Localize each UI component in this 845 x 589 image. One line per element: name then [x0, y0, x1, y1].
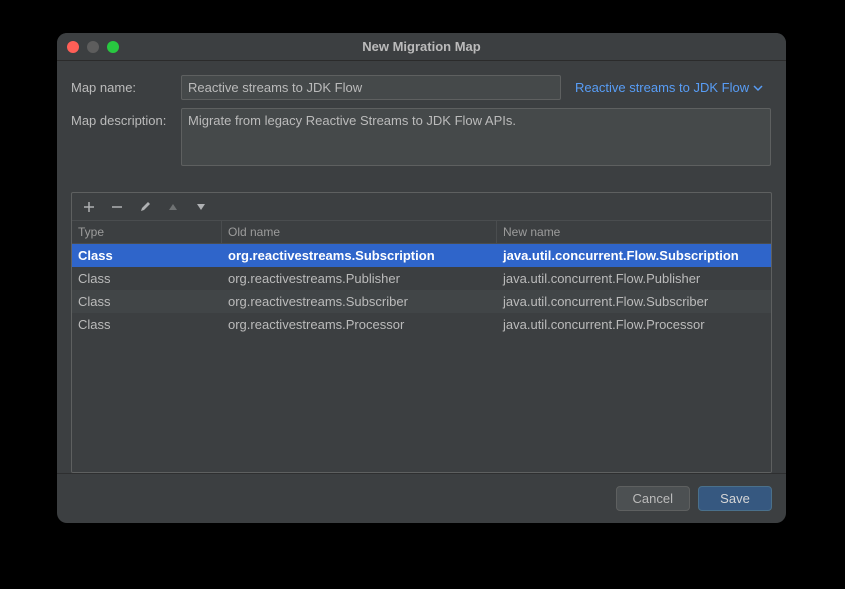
table-row[interactable]: Classorg.reactivestreams.Subscriptionjav…: [72, 244, 771, 267]
edit-button[interactable]: [136, 198, 154, 216]
triangle-down-icon: [196, 202, 206, 212]
cell-type: Class: [72, 267, 222, 290]
cell-old-name: org.reactivestreams.Publisher: [222, 267, 497, 290]
window-title: New Migration Map: [362, 39, 480, 54]
close-icon[interactable]: [67, 41, 79, 53]
header-type[interactable]: Type: [72, 221, 222, 243]
chevron-down-icon: [753, 83, 763, 93]
save-button[interactable]: Save: [698, 486, 772, 511]
cell-old-name: org.reactivestreams.Subscriber: [222, 290, 497, 313]
add-button[interactable]: [80, 198, 98, 216]
map-name-label: Map name:: [71, 75, 181, 95]
move-down-button[interactable]: [192, 198, 210, 216]
map-desc-input[interactable]: [181, 108, 771, 166]
pencil-icon: [139, 201, 151, 213]
dialog-window: New Migration Map Map name: Reactive str…: [57, 33, 786, 523]
map-desc-label: Map description:: [71, 108, 181, 128]
cell-type: Class: [72, 244, 222, 267]
minus-icon: [111, 201, 123, 213]
cell-type: Class: [72, 313, 222, 336]
header-new-name[interactable]: New name: [497, 221, 771, 243]
preset-link[interactable]: Reactive streams to JDK Flow: [575, 75, 763, 95]
cell-old-name: org.reactivestreams.Processor: [222, 313, 497, 336]
cell-type: Class: [72, 290, 222, 313]
plus-icon: [83, 201, 95, 213]
table-body: Classorg.reactivestreams.Subscriptionjav…: [72, 244, 771, 472]
map-name-row: Map name: Reactive streams to JDK Flow: [71, 75, 772, 100]
mappings-table: Type Old name New name Classorg.reactive…: [71, 192, 772, 473]
table-row[interactable]: Classorg.reactivestreams.Subscriberjava.…: [72, 290, 771, 313]
remove-button[interactable]: [108, 198, 126, 216]
cell-new-name: java.util.concurrent.Flow.Subscription: [497, 244, 771, 267]
minimize-icon[interactable]: [87, 41, 99, 53]
window-controls: [67, 41, 119, 53]
titlebar: New Migration Map: [57, 33, 786, 61]
maximize-icon[interactable]: [107, 41, 119, 53]
cell-new-name: java.util.concurrent.Flow.Subscriber: [497, 290, 771, 313]
cell-old-name: org.reactivestreams.Subscription: [222, 244, 497, 267]
table-header: Type Old name New name: [72, 221, 771, 244]
table-row[interactable]: Classorg.reactivestreams.Processorjava.u…: [72, 313, 771, 336]
preset-link-label: Reactive streams to JDK Flow: [575, 80, 749, 95]
dialog-footer: Cancel Save: [57, 473, 786, 523]
move-up-button[interactable]: [164, 198, 182, 216]
cell-new-name: java.util.concurrent.Flow.Publisher: [497, 267, 771, 290]
cell-new-name: java.util.concurrent.Flow.Processor: [497, 313, 771, 336]
dialog-content: Map name: Reactive streams to JDK Flow M…: [57, 61, 786, 473]
map-name-input[interactable]: [181, 75, 561, 100]
triangle-up-icon: [168, 202, 178, 212]
table-toolbar: [72, 193, 771, 221]
cancel-button[interactable]: Cancel: [616, 486, 690, 511]
table-row[interactable]: Classorg.reactivestreams.Publisherjava.u…: [72, 267, 771, 290]
map-desc-row: Map description:: [71, 108, 772, 166]
header-old-name[interactable]: Old name: [222, 221, 497, 243]
